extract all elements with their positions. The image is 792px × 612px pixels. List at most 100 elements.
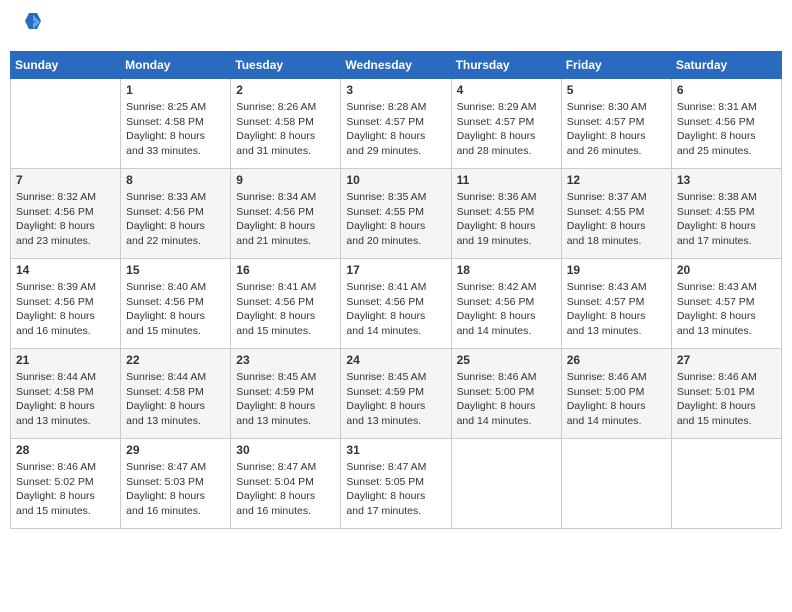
day-detail: Sunrise: 8:45 AMSunset: 4:59 PMDaylight:… — [346, 370, 445, 429]
day-cell: 21 Sunrise: 8:44 AMSunset: 4:58 PMDayligh… — [11, 349, 121, 439]
day-cell: 9 Sunrise: 8:34 AMSunset: 4:56 PMDaylight… — [231, 169, 341, 259]
day-number: 26 — [567, 353, 666, 367]
day-cell: 19 Sunrise: 8:43 AMSunset: 4:57 PMDayligh… — [561, 259, 671, 349]
day-number: 27 — [677, 353, 776, 367]
day-number: 4 — [457, 83, 556, 97]
day-cell — [451, 439, 561, 529]
day-detail: Sunrise: 8:46 AMSunset: 5:02 PMDaylight:… — [16, 460, 115, 519]
day-number: 15 — [126, 263, 225, 277]
day-number: 13 — [677, 173, 776, 187]
day-detail: Sunrise: 8:35 AMSunset: 4:55 PMDaylight:… — [346, 190, 445, 249]
day-detail: Sunrise: 8:47 AMSunset: 5:03 PMDaylight:… — [126, 460, 225, 519]
day-cell: 23 Sunrise: 8:45 AMSunset: 4:59 PMDayligh… — [231, 349, 341, 439]
day-number: 11 — [457, 173, 556, 187]
day-number: 22 — [126, 353, 225, 367]
page-header — [10, 10, 782, 43]
day-detail: Sunrise: 8:36 AMSunset: 4:55 PMDaylight:… — [457, 190, 556, 249]
logo — [20, 15, 42, 38]
col-header-wednesday: Wednesday — [341, 52, 451, 79]
calendar-table: SundayMondayTuesdayWednesdayThursdayFrid… — [10, 51, 782, 529]
day-cell: 8 Sunrise: 8:33 AMSunset: 4:56 PMDaylight… — [121, 169, 231, 259]
day-detail: Sunrise: 8:25 AMSunset: 4:58 PMDaylight:… — [126, 100, 225, 159]
day-number: 3 — [346, 83, 445, 97]
day-cell: 15Sunrise: 8:40 AMSunset: 4:56 PMDayligh… — [121, 259, 231, 349]
day-number: 7 — [16, 173, 115, 187]
day-detail: Sunrise: 8:44 AMSunset: 4:58 PMDaylight:… — [126, 370, 225, 429]
day-number: 14 — [16, 263, 115, 277]
day-cell: 10 Sunrise: 8:35 AMSunset: 4:55 PMDayligh… — [341, 169, 451, 259]
col-header-thursday: Thursday — [451, 52, 561, 79]
day-cell: 18 Sunrise: 8:42 AMSunset: 4:56 PMDayligh… — [451, 259, 561, 349]
day-number: 9 — [236, 173, 335, 187]
day-detail: Sunrise: 8:41 AMSunset: 4:56 PMDaylight:… — [346, 280, 445, 339]
day-detail: Sunrise: 8:30 AMSunset: 4:57 PMDaylight:… — [567, 100, 666, 159]
day-cell: 4 Sunrise: 8:29 AMSunset: 4:57 PMDaylight… — [451, 79, 561, 169]
day-detail: Sunrise: 8:47 AMSunset: 5:04 PMDaylight:… — [236, 460, 335, 519]
day-number: 28 — [16, 443, 115, 457]
day-number: 12 — [567, 173, 666, 187]
day-detail: Sunrise: 8:44 AMSunset: 4:58 PMDaylight:… — [16, 370, 115, 429]
day-number: 8 — [126, 173, 225, 187]
day-number: 5 — [567, 83, 666, 97]
day-cell: 12 Sunrise: 8:37 AMSunset: 4:55 PMDayligh… — [561, 169, 671, 259]
day-cell: 11 Sunrise: 8:36 AMSunset: 4:55 PMDayligh… — [451, 169, 561, 259]
col-header-saturday: Saturday — [671, 52, 781, 79]
day-cell: 26Sunrise: 8:46 AMSunset: 5:00 PMDayligh… — [561, 349, 671, 439]
day-cell: 27 Sunrise: 8:46 AMSunset: 5:01 PMDayligh… — [671, 349, 781, 439]
day-detail: Sunrise: 8:47 AMSunset: 5:05 PMDaylight:… — [346, 460, 445, 519]
day-detail: Sunrise: 8:43 AMSunset: 4:57 PMDaylight:… — [567, 280, 666, 339]
day-number: 19 — [567, 263, 666, 277]
day-number: 17 — [346, 263, 445, 277]
logo-triangle-icon — [24, 13, 42, 31]
day-detail: Sunrise: 8:29 AMSunset: 4:57 PMDaylight:… — [457, 100, 556, 159]
day-detail: Sunrise: 8:43 AMSunset: 4:57 PMDaylight:… — [677, 280, 776, 339]
day-detail: Sunrise: 8:28 AMSunset: 4:57 PMDaylight:… — [346, 100, 445, 159]
week-row-1: 1 Sunrise: 8:25 AMSunset: 4:58 PMDaylight… — [11, 79, 782, 169]
day-cell: 1 Sunrise: 8:25 AMSunset: 4:58 PMDaylight… — [121, 79, 231, 169]
col-header-friday: Friday — [561, 52, 671, 79]
day-detail: Sunrise: 8:46 AMSunset: 5:01 PMDaylight:… — [677, 370, 776, 429]
day-cell: 28 Sunrise: 8:46 AMSunset: 5:02 PMDayligh… — [11, 439, 121, 529]
day-number: 20 — [677, 263, 776, 277]
day-number: 31 — [346, 443, 445, 457]
day-number: 21 — [16, 353, 115, 367]
day-cell: 31 Sunrise: 8:47 AMSunset: 5:05 PMDayligh… — [341, 439, 451, 529]
day-cell: 13 Sunrise: 8:38 AMSunset: 4:55 PMDayligh… — [671, 169, 781, 259]
day-number: 1 — [126, 83, 225, 97]
day-detail: Sunrise: 8:41 AMSunset: 4:56 PMDaylight:… — [236, 280, 335, 339]
day-detail: Sunrise: 8:42 AMSunset: 4:56 PMDaylight:… — [457, 280, 556, 339]
day-number: 29 — [126, 443, 225, 457]
day-detail: Sunrise: 8:45 AMSunset: 4:59 PMDaylight:… — [236, 370, 335, 429]
week-row-4: 21 Sunrise: 8:44 AMSunset: 4:58 PMDayligh… — [11, 349, 782, 439]
col-header-tuesday: Tuesday — [231, 52, 341, 79]
day-number: 18 — [457, 263, 556, 277]
day-cell — [671, 439, 781, 529]
day-number: 30 — [236, 443, 335, 457]
header-row: SundayMondayTuesdayWednesdayThursdayFrid… — [11, 52, 782, 79]
day-number: 16 — [236, 263, 335, 277]
day-cell: 14Sunrise: 8:39 AMSunset: 4:56 PMDayligh… — [11, 259, 121, 349]
day-cell: 6 Sunrise: 8:31 AMSunset: 4:56 PMDaylight… — [671, 79, 781, 169]
day-detail: Sunrise: 8:38 AMSunset: 4:55 PMDaylight:… — [677, 190, 776, 249]
day-number: 25 — [457, 353, 556, 367]
day-cell: 30 Sunrise: 8:47 AMSunset: 5:04 PMDayligh… — [231, 439, 341, 529]
day-number: 23 — [236, 353, 335, 367]
day-cell — [11, 79, 121, 169]
col-header-monday: Monday — [121, 52, 231, 79]
week-row-5: 28 Sunrise: 8:46 AMSunset: 5:02 PMDayligh… — [11, 439, 782, 529]
day-cell: 16 Sunrise: 8:41 AMSunset: 4:56 PMDayligh… — [231, 259, 341, 349]
week-row-3: 14Sunrise: 8:39 AMSunset: 4:56 PMDayligh… — [11, 259, 782, 349]
day-detail: Sunrise: 8:34 AMSunset: 4:56 PMDaylight:… — [236, 190, 335, 249]
day-number: 6 — [677, 83, 776, 97]
day-detail: Sunrise: 8:31 AMSunset: 4:56 PMDaylight:… — [677, 100, 776, 159]
day-detail: Sunrise: 8:33 AMSunset: 4:56 PMDaylight:… — [126, 190, 225, 249]
day-cell: 25Sunrise: 8:46 AMSunset: 5:00 PMDayligh… — [451, 349, 561, 439]
day-detail: Sunrise: 8:26 AMSunset: 4:58 PMDaylight:… — [236, 100, 335, 159]
day-cell: 29 Sunrise: 8:47 AMSunset: 5:03 PMDayligh… — [121, 439, 231, 529]
day-detail: Sunrise: 8:37 AMSunset: 4:55 PMDaylight:… — [567, 190, 666, 249]
day-number: 10 — [346, 173, 445, 187]
day-detail: Sunrise: 8:32 AMSunset: 4:56 PMDaylight:… — [16, 190, 115, 249]
day-cell — [561, 439, 671, 529]
week-row-2: 7 Sunrise: 8:32 AMSunset: 4:56 PMDaylight… — [11, 169, 782, 259]
day-cell: 3 Sunrise: 8:28 AMSunset: 4:57 PMDaylight… — [341, 79, 451, 169]
